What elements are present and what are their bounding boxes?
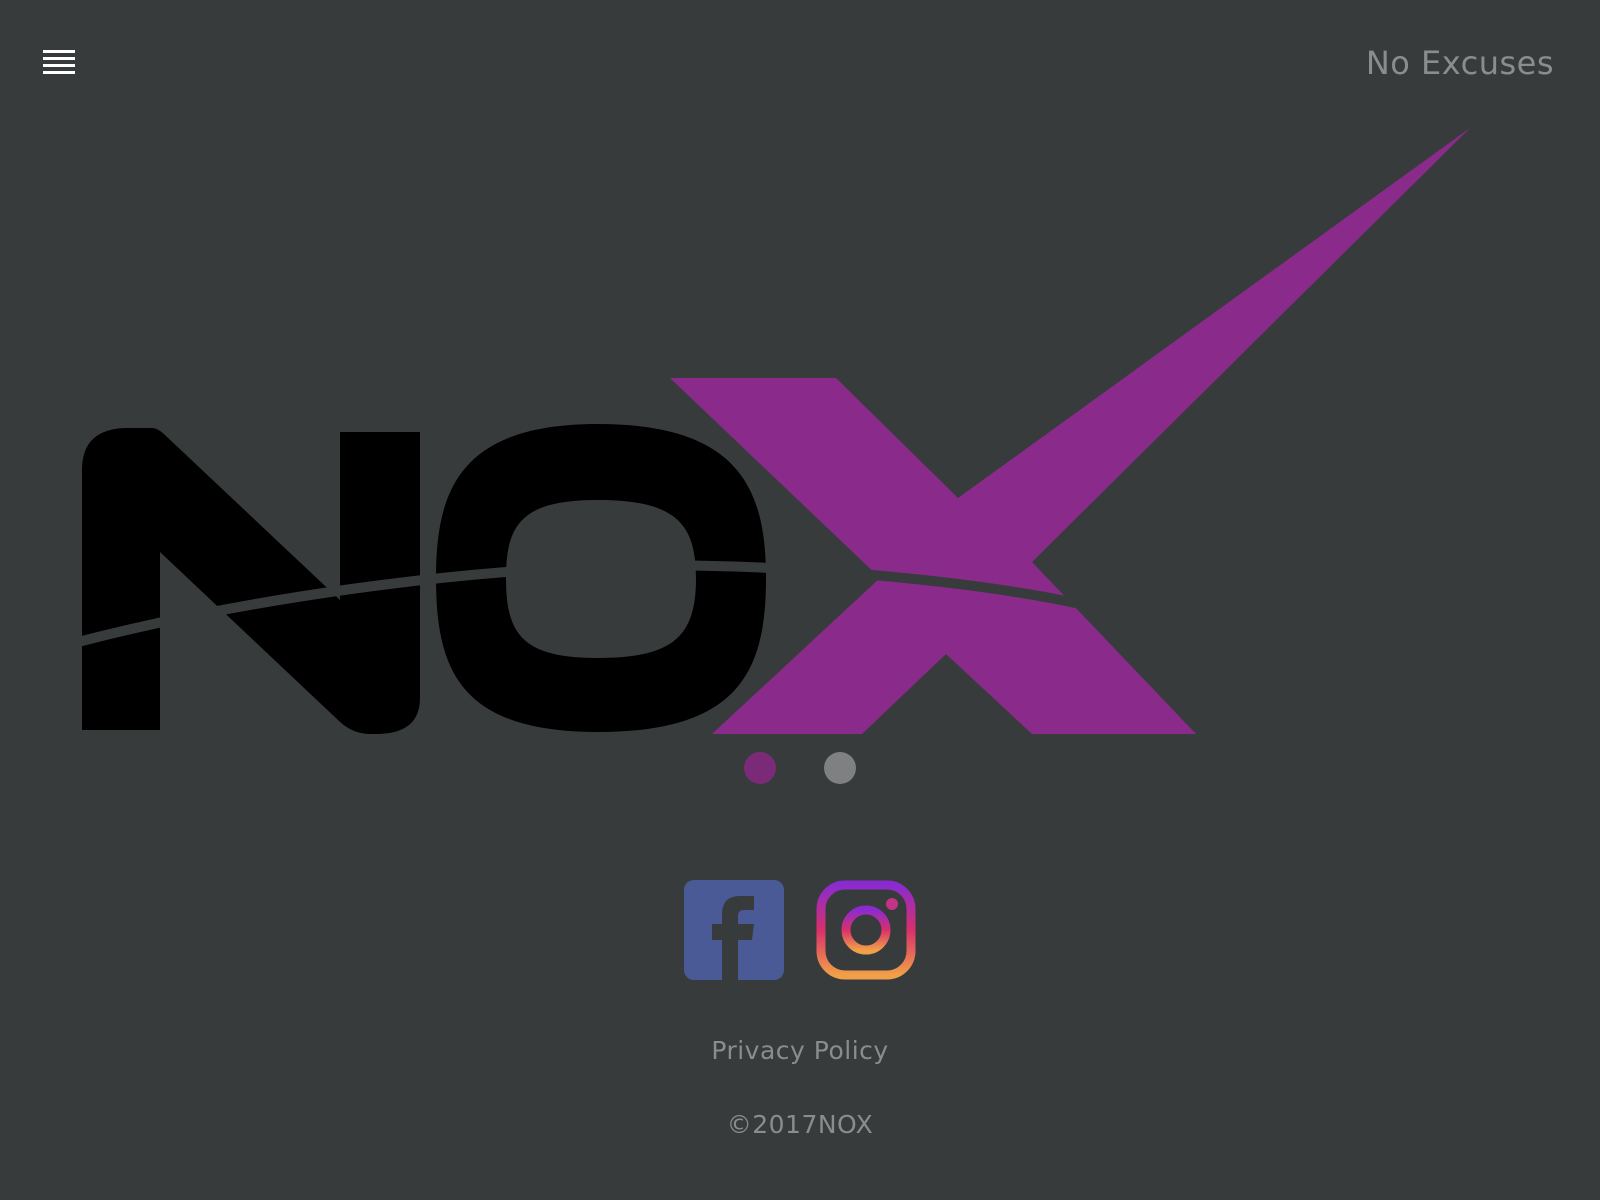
logo-letter-n	[82, 428, 420, 734]
instagram-link[interactable]	[816, 880, 916, 980]
logo-x-mark	[670, 128, 1470, 734]
social-links	[684, 880, 916, 980]
instagram-icon	[816, 880, 916, 980]
copyright-text: ©2017NOX	[726, 1110, 874, 1139]
carousel-dot-1[interactable]	[744, 752, 776, 784]
facebook-icon	[684, 880, 784, 980]
carousel-indicators	[744, 752, 864, 786]
page: No Excuses Privacy Policy ©2017NOX	[0, 0, 1600, 1200]
nox-logo	[76, 128, 1470, 734]
privacy-policy-link[interactable]: Privacy Policy	[0, 1036, 1600, 1065]
facebook-link[interactable]	[684, 880, 784, 980]
carousel-dot-2[interactable]	[824, 752, 856, 784]
